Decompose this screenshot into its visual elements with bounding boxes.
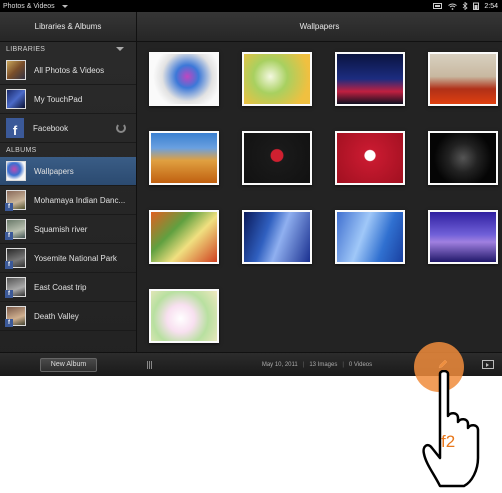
battery-level-icon xyxy=(473,2,480,10)
album-item-label: Wallpapers xyxy=(34,166,74,176)
key-hint-label: f2 xyxy=(441,432,456,451)
library-item-label: Facebook xyxy=(33,123,69,133)
photo-thumbnail[interactable] xyxy=(335,210,405,264)
album-thumbnail: f xyxy=(5,190,26,211)
album-thumbnail: f xyxy=(5,277,26,298)
album-item-yosemite[interactable]: f Yosemite National Park xyxy=(0,244,136,273)
photo-thumbnail[interactable] xyxy=(428,131,498,185)
library-item-facebook[interactable]: f Facebook xyxy=(0,114,136,143)
libraries-label: LIBRARIES xyxy=(6,45,46,53)
album-item-squamish[interactable]: f Squamish river xyxy=(0,215,136,244)
album-title: Wallpapers xyxy=(137,12,502,42)
library-item-my-touchpad[interactable]: My TouchPad xyxy=(0,85,136,114)
libraries-section-header[interactable]: LIBRARIES xyxy=(0,42,136,56)
library-item-label: My TouchPad xyxy=(34,94,83,104)
pane-resize-handle[interactable] xyxy=(147,360,152,369)
loading-spinner-icon xyxy=(116,123,126,133)
album-info: May 10, 2011 | 13 Images | 0 Videos xyxy=(261,361,373,368)
albums-section-header: ALBUMS xyxy=(0,143,136,157)
album-item-label: Mohamaya Indian Danc... xyxy=(34,195,126,205)
album-thumbnail: f xyxy=(5,306,26,327)
app-name: Photos & Videos xyxy=(3,2,55,10)
touchpad-icon xyxy=(6,89,26,109)
app-menu[interactable]: Photos & Videos xyxy=(0,3,68,10)
album-content-pane: Wallpapers May 10, 2011 | 13 Images | 0 … xyxy=(137,12,502,376)
photo-thumbnail[interactable] xyxy=(149,289,219,343)
album-thumbnail xyxy=(6,161,26,181)
photos-app-window: Photos & Videos 2:54 Libraries & Albums … xyxy=(0,0,502,376)
new-album-button[interactable]: New Album xyxy=(39,357,98,372)
photo-thumbnail[interactable] xyxy=(242,52,312,106)
left-pane-title: Libraries & Albums xyxy=(0,12,136,42)
photo-thumbnail[interactable] xyxy=(335,131,405,185)
facebook-badge-icon: f xyxy=(5,203,13,211)
play-icon xyxy=(486,362,490,367)
clock: 2:54 xyxy=(484,2,498,10)
album-item-mohamaya[interactable]: f Mohamaya Indian Danc... xyxy=(0,186,136,215)
library-item-label: All Photos & Videos xyxy=(34,65,105,75)
album-item-label: East Coast trip xyxy=(34,282,87,292)
photo-thumbnail[interactable] xyxy=(149,131,219,185)
library-item-all-photos[interactable]: All Photos & Videos xyxy=(0,56,136,85)
photos-stack-icon xyxy=(6,60,26,80)
album-thumbnail: f xyxy=(5,219,26,240)
left-pane-footer: New Album xyxy=(0,352,137,376)
photo-grid xyxy=(137,42,502,352)
libraries-albums-pane: Libraries & Albums LIBRARIES All Photos … xyxy=(0,12,137,376)
photo-thumbnail[interactable] xyxy=(428,52,498,106)
photo-thumbnail[interactable] xyxy=(242,131,312,185)
collapse-icon xyxy=(116,47,124,51)
album-thumbnail: f xyxy=(5,248,26,269)
facebook-badge-icon: f xyxy=(5,261,13,269)
status-bar: Photos & Videos 2:54 xyxy=(0,0,502,12)
albums-label: ALBUMS xyxy=(6,146,37,154)
chevron-down-icon xyxy=(61,4,68,8)
album-item-wallpapers[interactable]: Wallpapers xyxy=(0,157,136,186)
album-item-death-valley[interactable]: f Death Valley xyxy=(0,302,136,331)
photo-thumbnail[interactable] xyxy=(335,52,405,106)
photo-thumbnail[interactable] xyxy=(149,210,219,264)
photo-thumbnail[interactable] xyxy=(242,210,312,264)
facebook-badge-icon: f xyxy=(5,319,13,327)
album-item-east-coast[interactable]: f East Coast trip xyxy=(0,273,136,302)
album-item-label: Death Valley xyxy=(34,311,79,321)
album-item-label: Yosemite National Park xyxy=(34,253,117,263)
photo-thumbnail[interactable] xyxy=(428,210,498,264)
wifi-icon xyxy=(448,3,458,10)
album-date: May 10, 2011 xyxy=(261,361,298,368)
album-item-label: Squamish river xyxy=(34,224,88,234)
bluetooth-icon xyxy=(463,2,468,10)
pointing-hand-icon xyxy=(422,370,480,488)
video-count: 0 Videos xyxy=(348,361,373,368)
facebook-icon: f xyxy=(6,118,24,138)
facebook-badge-icon: f xyxy=(5,290,13,298)
image-count: 13 Images xyxy=(309,361,338,368)
photo-thumbnail[interactable] xyxy=(149,52,219,106)
facebook-badge-icon: f xyxy=(5,232,13,240)
slideshow-button[interactable] xyxy=(481,360,494,369)
battery-icon xyxy=(433,3,443,9)
